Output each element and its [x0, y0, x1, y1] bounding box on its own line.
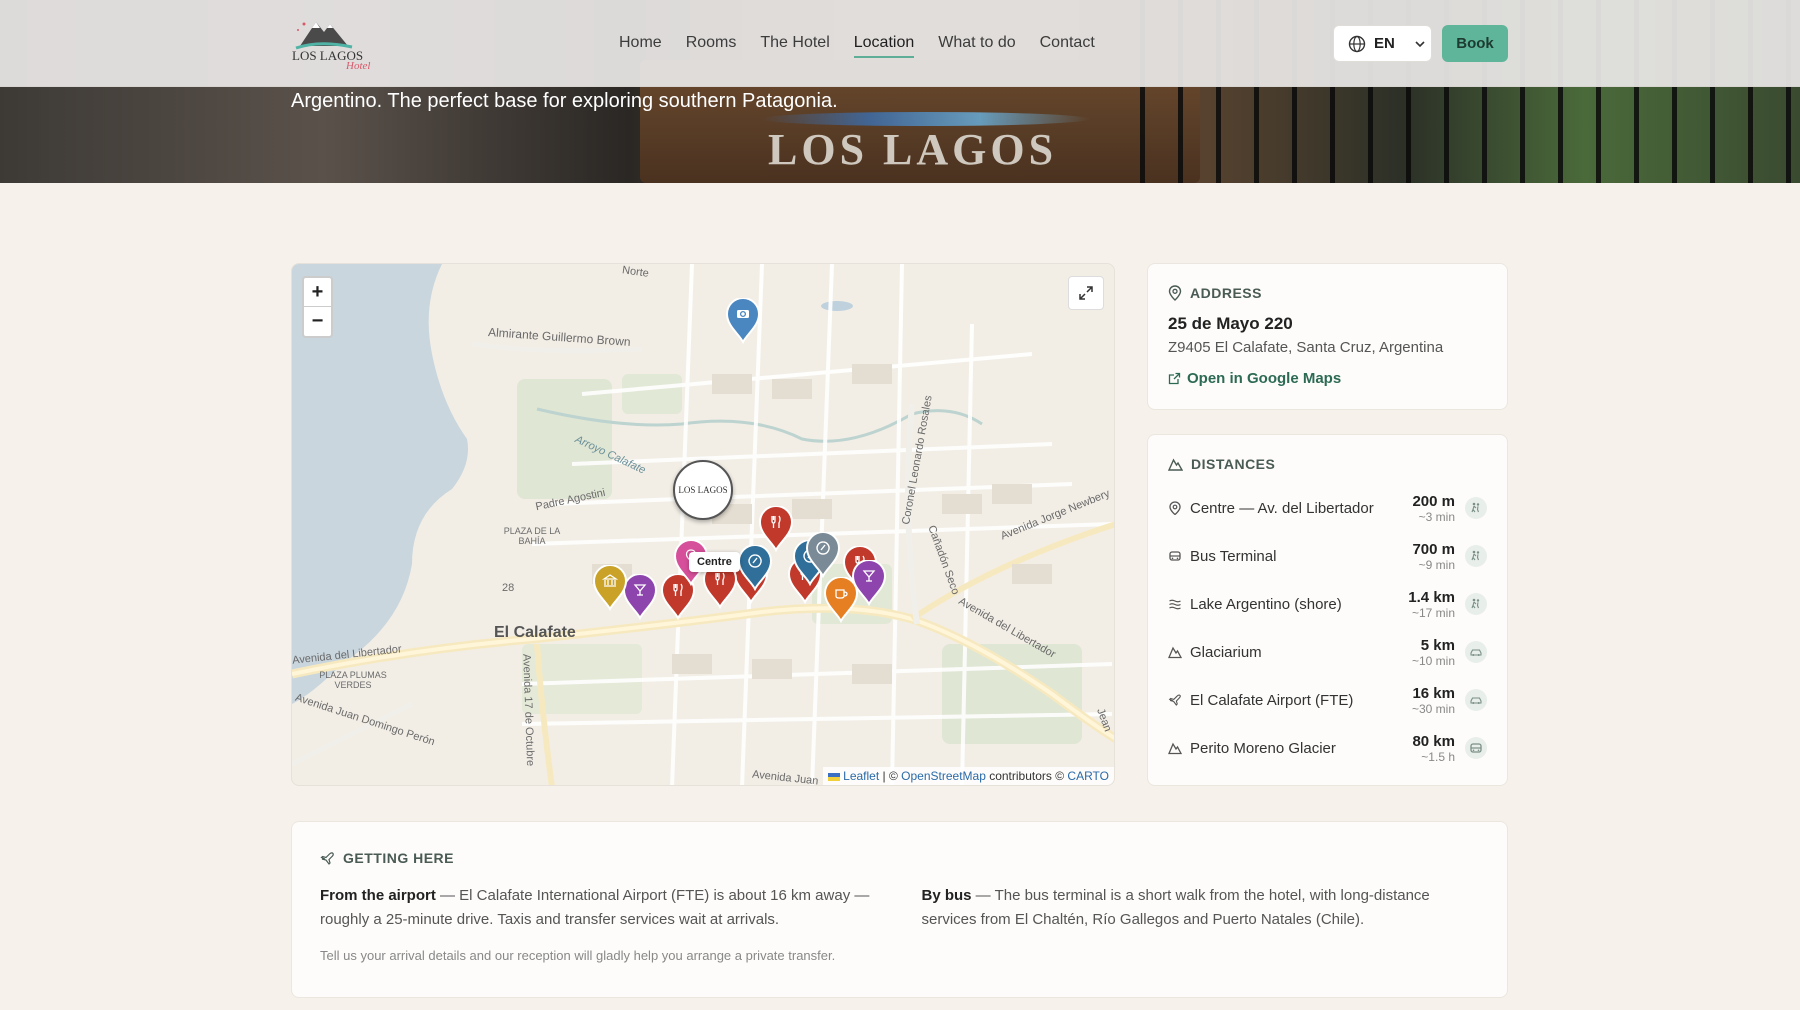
distance-value: 80 km — [1412, 732, 1455, 750]
distance-value: 200 m — [1412, 492, 1455, 510]
distance-row: El Calafate Airport (FTE) 16 km ~30 min — [1168, 676, 1487, 724]
info-marker-icon[interactable] — [737, 544, 773, 596]
mountain-icon — [1168, 741, 1190, 755]
distance-label: Perito Moreno Glacier — [1190, 739, 1336, 757]
zoom-in-button[interactable]: + — [304, 278, 331, 307]
nav-the-hotel[interactable]: The Hotel — [760, 34, 829, 56]
area-label: PLAZA PLUMAS VERDES — [319, 670, 387, 690]
distance-row: Bus Terminal 700 m ~9 min — [1168, 532, 1487, 580]
map-tiles — [292, 264, 1114, 785]
fullscreen-button[interactable] — [1068, 276, 1104, 310]
globe-icon — [1348, 35, 1366, 52]
mountain-icon — [1168, 645, 1190, 659]
distance-list: Centre — Av. del Libertador 200 m ~3 min Bu… — [1168, 484, 1487, 772]
map-attribution: Leaflet | © OpenStreetMap contributors ©… — [822, 767, 1114, 785]
travel-time: ~10 min — [1411, 653, 1455, 668]
bus-icon — [1168, 549, 1190, 563]
bus-paragraph: By bus — The bus terminal is a short wal… — [921, 887, 1430, 928]
waves-icon — [1168, 597, 1190, 611]
camera-marker-icon[interactable] — [725, 297, 761, 349]
hotel-logo[interactable]: LOS LAGOS Hotel — [290, 14, 380, 72]
museum-marker-icon[interactable] — [592, 564, 628, 616]
distance-row: Centre — Av. del Libertador 200 m ~3 min — [1168, 484, 1487, 532]
language-label: EN — [1374, 35, 1395, 52]
distance-value: 700 m — [1412, 540, 1455, 558]
travel-time: ~3 min — [1418, 509, 1455, 524]
site-header: LOS LAGOS Hotel Home Rooms The Hotel Locati… — [0, 0, 1800, 87]
hero-sign-text: LOS LAGOS — [768, 125, 1058, 174]
car-icon — [1465, 641, 1487, 663]
nav-rooms[interactable]: Rooms — [686, 34, 737, 56]
car-icon — [1465, 689, 1487, 711]
city-label: El Calafate — [494, 624, 576, 641]
address-street: 25 de Mayo 220 — [1168, 314, 1293, 333]
airport-paragraph: From the airport — El Calafate Internati… — [320, 887, 870, 928]
mountain-icon — [1168, 458, 1183, 471]
nav-contact[interactable]: Contact — [1040, 34, 1095, 56]
address-title: ADDRESS — [1168, 285, 1487, 301]
distance-row: Lake Argentino (shore) 1.4 km ~17 min — [1168, 580, 1487, 628]
travel-time: ~1.5 h — [1421, 749, 1455, 764]
osm-link[interactable]: OpenStreetMap — [901, 769, 986, 783]
pin-icon — [1168, 501, 1190, 515]
distance-label: Bus Terminal — [1190, 547, 1277, 565]
area-label: 28 — [502, 582, 515, 594]
google-maps-link[interactable]: Open in Google Maps — [1168, 370, 1487, 387]
nav-home[interactable]: Home — [619, 34, 662, 56]
book-button[interactable]: Book — [1442, 25, 1508, 62]
getting-here-card: GETTING HERE From the airport — El Calaf… — [291, 821, 1508, 998]
travel-time: ~30 min — [1411, 701, 1455, 716]
distance-value: 16 km — [1412, 684, 1455, 702]
distance-row: Glaciarium 5 km ~10 min — [1168, 628, 1487, 676]
walk-icon — [1465, 497, 1487, 519]
leaflet-link[interactable]: Leaflet — [843, 769, 879, 783]
external-link-icon — [1168, 372, 1181, 385]
marker-tooltip: Centre — [689, 552, 740, 572]
distance-label: El Calafate Airport (FTE) — [1190, 691, 1354, 709]
cafe-marker-icon[interactable] — [823, 576, 859, 628]
pin-icon — [1168, 285, 1182, 301]
distance-value: 1.4 km — [1408, 588, 1455, 606]
getting-here-title: GETTING HERE — [320, 850, 1479, 866]
svg-text:Hotel: Hotel — [345, 60, 370, 72]
address-card: ADDRESS 25 de Mayo 220 Z9405 El Calafate… — [1147, 263, 1508, 410]
nav-what-to-do[interactable]: What to do — [938, 34, 1015, 56]
address-city: Z9405 El Calafate, Santa Cruz, Argentina — [1168, 339, 1444, 356]
distance-label: Glaciarium — [1190, 643, 1262, 661]
distance-value: 5 km — [1420, 636, 1455, 654]
main-nav: Home Rooms The Hotel Location What to do Cont… — [619, 34, 1119, 58]
carto-link[interactable]: CARTO — [1067, 769, 1109, 783]
walk-icon — [1465, 593, 1487, 615]
location-map[interactable]: Almirante Guillermo Brown Arroyo Calafat… — [291, 263, 1115, 786]
nav-location[interactable]: Location — [853, 34, 914, 58]
language-selector[interactable]: EN — [1333, 25, 1432, 62]
bus-icon — [1465, 737, 1487, 759]
info-marker-icon[interactable] — [805, 531, 841, 583]
distances-title: DISTANCES — [1168, 456, 1487, 472]
chevron-down-icon — [1415, 40, 1425, 47]
walk-icon — [1465, 545, 1487, 567]
transfer-note: Tell us your arrival details and our rec… — [320, 948, 836, 963]
distances-card: DISTANCES Centre — Av. del Libertador 200… — [1147, 434, 1508, 786]
zoom-control: + − — [302, 276, 333, 338]
travel-time: ~9 min — [1418, 557, 1455, 572]
flag-icon — [827, 772, 840, 781]
zoom-out-button[interactable]: − — [304, 307, 331, 336]
distance-label: Lake Argentino (shore) — [1190, 595, 1342, 613]
expand-icon — [1079, 286, 1093, 300]
plane-icon — [1168, 693, 1190, 707]
travel-time: ~17 min — [1411, 605, 1455, 620]
mountain-logo-icon: LOS LAGOS Hotel — [292, 22, 370, 72]
plane-icon — [320, 851, 334, 865]
distance-label: Centre — Av. del Libertador — [1190, 499, 1374, 517]
hotel-marker[interactable]: LOS LAGOS — [673, 460, 733, 520]
area-label: PLAZA DE LA BAHÍA — [503, 526, 561, 546]
hero-subtitle: Argentino. The perfect base for explorin… — [291, 90, 838, 112]
distance-row: Perito Moreno Glacier 80 km ~1.5 h — [1168, 724, 1487, 772]
